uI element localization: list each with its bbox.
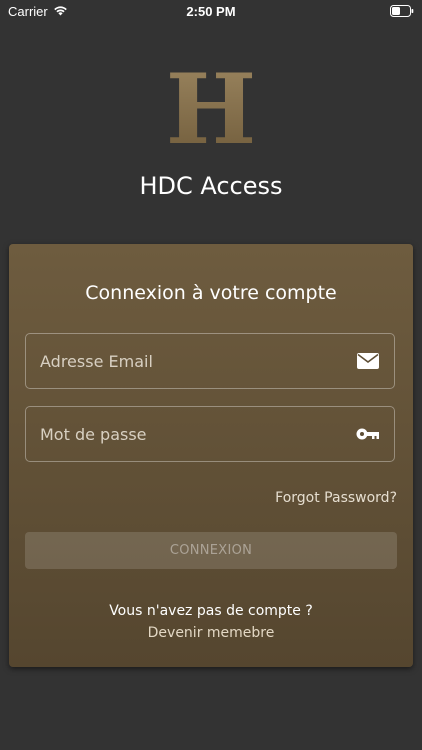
email-input[interactable] bbox=[40, 351, 356, 371]
password-input[interactable] bbox=[40, 424, 356, 444]
key-icon bbox=[356, 424, 380, 444]
logo: H bbox=[0, 55, 422, 165]
status-bar: Carrier 2:50 PM bbox=[0, 0, 422, 24]
register-link[interactable]: Devenir memebre bbox=[9, 625, 413, 641]
connexion-button[interactable]: CONNEXION bbox=[25, 532, 397, 569]
password-field[interactable] bbox=[25, 406, 395, 462]
status-time: 2:50 PM bbox=[186, 4, 236, 19]
no-account-text: Vous n'avez pas de compte ? bbox=[109, 603, 313, 619]
app-title: HDC Access bbox=[139, 172, 283, 200]
envelope-icon bbox=[356, 351, 380, 371]
login-title: Connexion à votre compte bbox=[85, 282, 337, 304]
battery-icon bbox=[390, 5, 414, 17]
email-field[interactable] bbox=[25, 333, 395, 389]
forgot-password-link[interactable]: Forgot Password? bbox=[275, 490, 397, 506]
login-card: Connexion à votre compte Forgot Password… bbox=[9, 244, 413, 667]
